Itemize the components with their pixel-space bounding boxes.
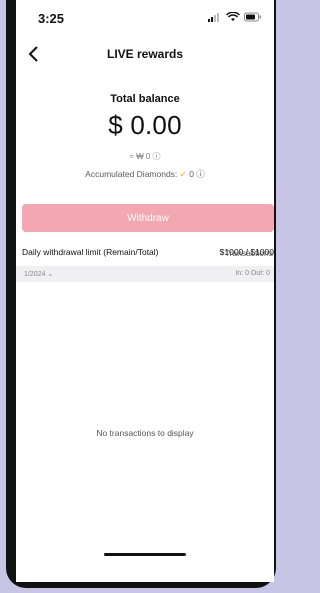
- diamonds-value: 0: [189, 169, 194, 179]
- page-header: LIVE rewards: [16, 40, 274, 68]
- home-indicator: [104, 553, 186, 556]
- in-out-summary: In: 0 Out: 0: [235, 270, 270, 277]
- status-bar: 3:25: [16, 0, 274, 36]
- empty-state-message: No transactions to display: [96, 428, 194, 438]
- transactions-label: Transactions: [224, 248, 273, 258]
- withdrawal-limit-label: Daily withdrawal limit (Remain/Total): [22, 247, 159, 257]
- balance-label: Total balance: [110, 93, 180, 105]
- info-icon[interactable]: ⓘ: [153, 152, 161, 161]
- status-icons: [208, 12, 262, 22]
- month-selector[interactable]: 1/2024 ⌄: [24, 270, 53, 278]
- month-value: 1/2024: [24, 271, 46, 278]
- withdraw-button[interactable]: Withdraw: [22, 204, 274, 232]
- battery-icon: [244, 12, 261, 22]
- status-time: 3:25: [38, 11, 65, 26]
- diamonds-label: Accumulated Diamonds:: [85, 169, 178, 179]
- balance-amount: $ 0.00: [108, 110, 182, 140]
- diamond-icon: ✓: [179, 169, 187, 179]
- wifi-icon: [226, 12, 240, 21]
- krw-equivalent: ≈ ₩ 0 ⓘ: [16, 151, 274, 162]
- chevron-down-icon: ⌄: [47, 271, 54, 278]
- transactions-link[interactable]: Transactions: [225, 248, 273, 258]
- diamonds-row: Accumulated Diamonds: ✓ 0 ⓘ: [16, 168, 274, 180]
- info-icon[interactable]: ⓘ: [196, 169, 205, 179]
- screen: 3:25 LIVE rewards Total balance $ 0.00 ≈…: [16, 0, 274, 582]
- krw-value: ≈ ₩ 0: [129, 152, 151, 161]
- signal-icon: [208, 13, 219, 22]
- page-title: LIVE rewards: [106, 47, 184, 61]
